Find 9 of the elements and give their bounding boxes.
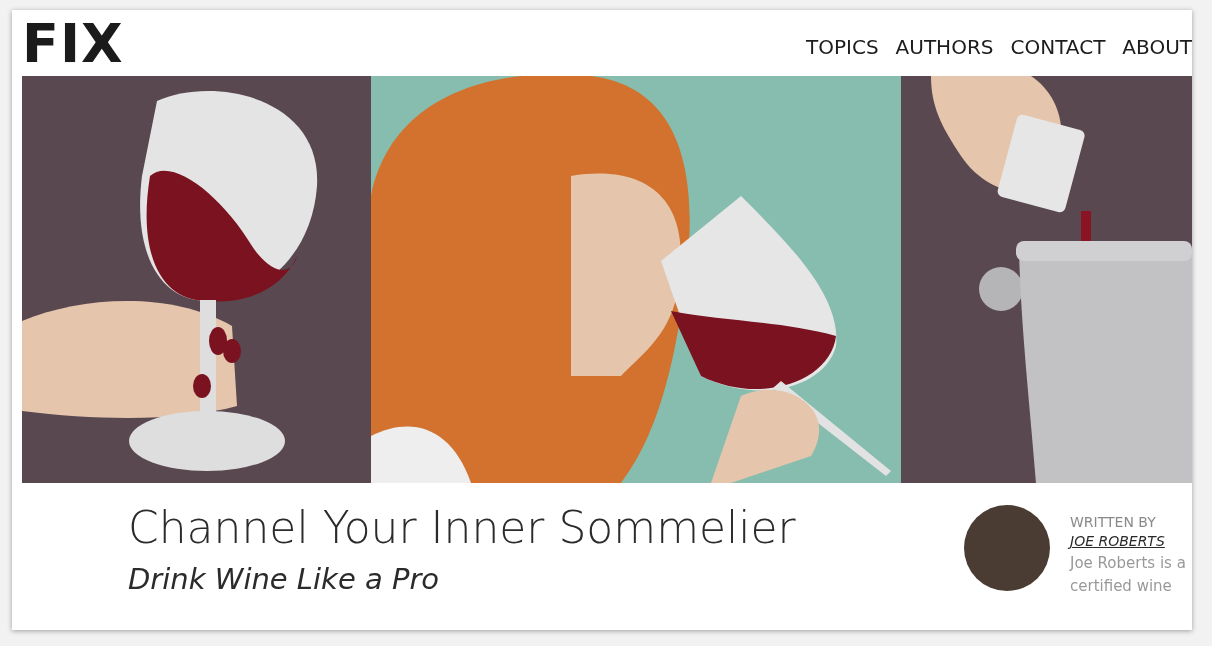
nav-link[interactable]: CONTACT <box>1010 35 1106 59</box>
site-logo[interactable]: FIX <box>22 17 124 71</box>
nav-link[interactable]: TOPICS <box>806 35 879 59</box>
article-subtitle: Drink Wine Like a Pro <box>128 561 441 596</box>
byline-label: WRITTEN BY <box>1070 514 1157 530</box>
author-bio: Joe Roberts is a certified wine <box>1070 553 1187 598</box>
nav-link[interactable]: ABOUT <box>1122 35 1192 59</box>
nav-link[interactable]: AUTHORS <box>895 35 994 59</box>
article-title: Channel Your Inner Sommelier <box>128 503 796 554</box>
